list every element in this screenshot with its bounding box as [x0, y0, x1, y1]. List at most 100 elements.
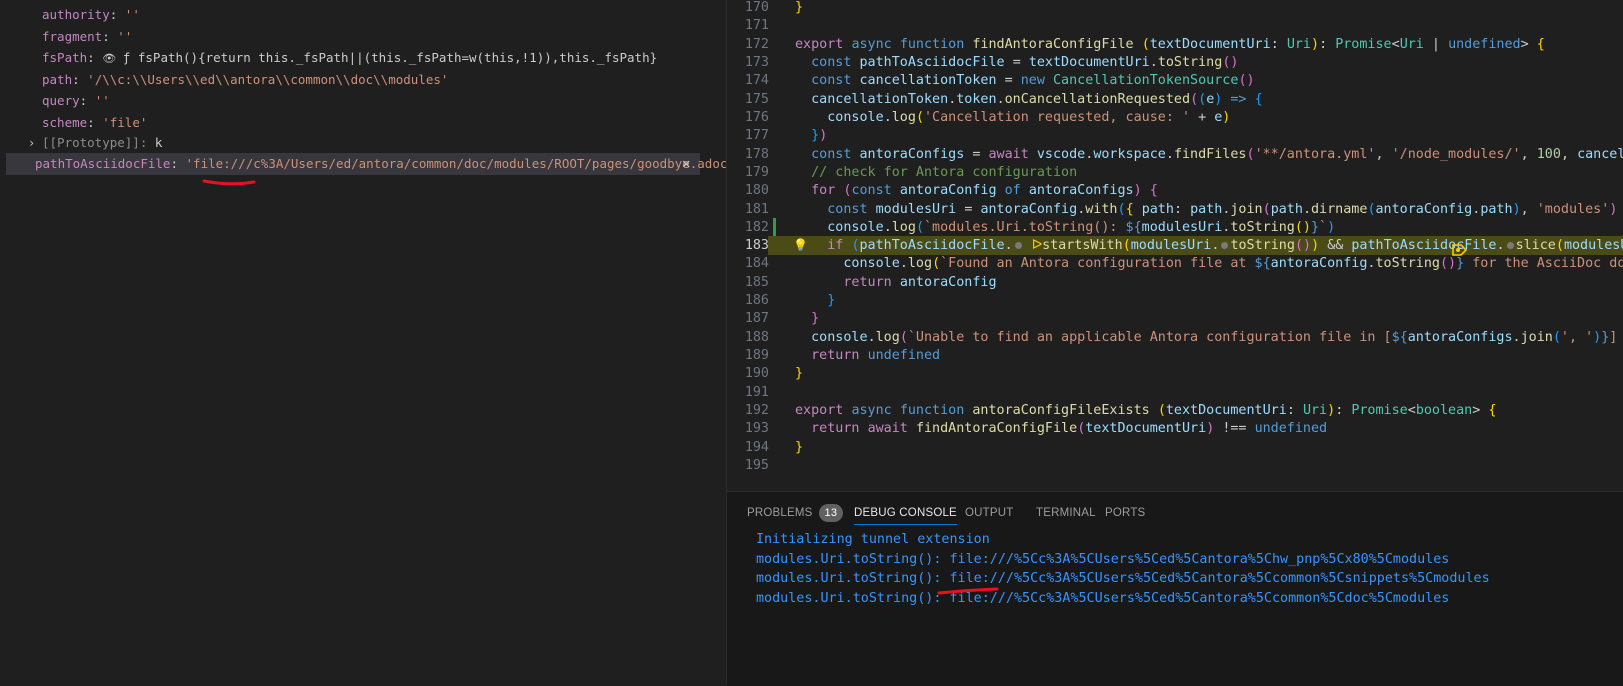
line-number: 170: [744, 0, 769, 15]
code-line-183[interactable]: 183 if (pathToAsciidocFile. ᐅstartsWith(…: [745, 236, 1623, 256]
line-number: 184: [744, 256, 769, 272]
prototype-row[interactable]: › [[Prototype]]: k: [0, 132, 726, 154]
code-text: export async function findAntoraConfigFi…: [795, 36, 1545, 52]
code-line-172[interactable]: 172 export async function findAntoraConfi…: [727, 35, 1623, 54]
code-line-171[interactable]: 171: [727, 16, 1623, 35]
code-line-170[interactable]: 170}: [727, 0, 1623, 17]
code-line-186[interactable]: 186 }: [727, 291, 1623, 310]
line-number: 192: [744, 403, 769, 419]
variable-row-authority[interactable]: authority: '': [0, 4, 726, 26]
code-text: // check for Antora configuration: [811, 164, 1078, 180]
code-line-192[interactable]: 192 export async function antoraConfigFil…: [727, 401, 1623, 420]
variable-value: 'file': [102, 114, 148, 130]
variable-row-query[interactable]: query: '': [0, 90, 726, 112]
line-number: 190: [744, 366, 769, 382]
tab-label: TERMINAL: [1036, 507, 1096, 519]
console-output-line: modules.Uri.toString(): file:///%5Cc%3A%…: [756, 551, 1450, 567]
code-line-179[interactable]: 179 // check for Antora configuration: [727, 163, 1623, 182]
code-text: console.log(`Unable to find an applicabl…: [811, 329, 1618, 345]
line-number: 191: [744, 384, 769, 400]
line-number: 173: [744, 54, 769, 70]
code-line-176[interactable]: 176 console.log('Cancellation requested,…: [727, 108, 1623, 127]
line-number: 186: [744, 293, 769, 309]
line-number: 188: [744, 329, 769, 345]
tab-terminal[interactable]: TERMINAL: [1036, 502, 1096, 524]
variable-key: authority: [42, 7, 110, 22]
red-annotation-underline-console: [937, 587, 999, 595]
variable-key: fsPath: [42, 50, 88, 65]
lightbulb-icon[interactable]: 💡: [793, 236, 808, 255]
code-text: if (pathToAsciidocFile. ᐅstartsWith(modu…: [827, 238, 1623, 254]
code-line-180[interactable]: 180 for (const antoraConfig of antoraCon…: [727, 181, 1623, 200]
code-text: export async function antoraConfigFileEx…: [795, 403, 1497, 419]
line-number: 171: [744, 18, 769, 34]
code-editor[interactable]: 170} 171 172 export async function findAnto…: [727, 0, 1623, 490]
prototype-value: k: [154, 135, 163, 150]
code-line-188[interactable]: 188 console.log(`Unable to find an appli…: [727, 328, 1623, 347]
close-icon[interactable]: ✕: [682, 153, 690, 175]
variable-row-scheme[interactable]: scheme: 'file': [0, 112, 726, 134]
code-text: console.log('Cancellation requested, cau…: [827, 109, 1231, 125]
code-line-175[interactable]: 175 cancellationToken.token.onCancellati…: [727, 90, 1623, 109]
line-number: 189: [744, 348, 769, 364]
variable-value: '': [124, 7, 140, 22]
line-number: 182: [744, 219, 769, 235]
variable-key: scheme: [42, 114, 88, 130]
code-text: console.log(`Found an Antora configurati…: [843, 256, 1623, 272]
code-text: }: [795, 0, 804, 15]
code-line-190[interactable]: 190}: [727, 364, 1623, 383]
debug-variables-hover: authority: '' fragment: '' fsPath: 👁 ƒ fsP…: [0, 0, 727, 685]
line-number: 179: [744, 164, 769, 180]
code-line-174[interactable]: 174 const cancellationToken = new Cancel…: [727, 71, 1623, 90]
code-text: }): [811, 128, 828, 144]
prototype-key: [[Prototype]]: [42, 135, 140, 150]
line-number: 193: [744, 421, 769, 437]
breakpoint-arrow-icon[interactable]: [1451, 242, 1469, 258]
tab-output[interactable]: OUTPUT: [965, 502, 1013, 524]
code-line-182[interactable]: 182 console.log(`modules.Uri.toString():…: [727, 218, 1623, 237]
code-line-185[interactable]: 185 return antoraConfig: [727, 273, 1623, 292]
line-number: 195: [744, 458, 769, 473]
code-line-178[interactable]: 178 const antoraConfigs = await vscode.w…: [727, 145, 1623, 164]
tab-debug-console[interactable]: DEBUG CONSOLE: [854, 502, 957, 525]
console-output-line: modules.Uri.toString(): file:///%5Cc%3A%…: [756, 590, 1450, 606]
code-line-189[interactable]: 189 return undefined: [727, 346, 1623, 365]
line-number: 183: [744, 238, 769, 254]
chevron-right-icon[interactable]: ›: [28, 132, 35, 154]
variable-value: '': [117, 28, 133, 44]
red-annotation-underline: [202, 179, 256, 186]
code-line-181[interactable]: 181 const modulesUri = antoraConfig.with…: [727, 200, 1623, 219]
line-number: 185: [744, 274, 769, 290]
line-number: 176: [744, 109, 769, 125]
variable-row-path[interactable]: path: '/\\c:\\Users\\ed\\antora\\common\…: [0, 69, 726, 91]
bottom-panel: PROBLEMS 13 DEBUG CONSOLE OUTPUT TERMINAL POR…: [727, 491, 1623, 686]
code-line-194[interactable]: 194}: [727, 438, 1623, 457]
eye-icon[interactable]: 👁: [102, 52, 123, 65]
line-number: 175: [744, 91, 769, 107]
variable-row-fragment[interactable]: fragment: '': [0, 26, 726, 48]
tab-ports[interactable]: PORTS: [1105, 502, 1145, 524]
code-line-195[interactable]: 195: [727, 456, 1623, 475]
code-line-173[interactable]: 173 const pathToAsciidocFile = textDocum…: [727, 53, 1623, 72]
code-text: const pathToAsciidocFile = textDocumentU…: [811, 54, 1239, 70]
console-output-line: modules.Uri.toString(): file:///%5Cc%3A%…: [756, 571, 1490, 586]
code-line-187[interactable]: 187 }: [727, 309, 1623, 328]
inline-breakpoint-icon[interactable]: ᐅ: [1032, 238, 1042, 253]
code-text: cancellationToken.token.onCancellationRe…: [811, 91, 1263, 107]
variable-value: '': [94, 93, 110, 108]
line-number: 178: [744, 146, 769, 162]
code-text: return antoraConfig: [843, 274, 997, 290]
tab-label: DEBUG CONSOLE: [854, 507, 957, 519]
selected-variable-row[interactable]: pathToAsciidocFile: 'file:///c%3A/Users/…: [6, 153, 726, 175]
code-line-177[interactable]: 177 }): [727, 126, 1623, 145]
code-text: }: [827, 293, 836, 309]
tab-problems[interactable]: PROBLEMS 13: [747, 502, 844, 524]
variable-row-fsPath[interactable]: fsPath: 👁 ƒ fsPath(){return this._fsPath…: [0, 47, 726, 69]
code-text: return await findAntoraConfigFile(textDo…: [811, 421, 1328, 437]
line-number: 177: [744, 128, 769, 144]
code-line-193[interactable]: 193 return await findAntoraConfigFile(te…: [727, 419, 1623, 438]
line-number: 194: [744, 439, 769, 455]
tab-label: OUTPUT: [965, 507, 1014, 519]
code-line-184[interactable]: 184 console.log(`Found an Antora configu…: [727, 254, 1623, 273]
code-line-191[interactable]: 191: [727, 383, 1623, 402]
